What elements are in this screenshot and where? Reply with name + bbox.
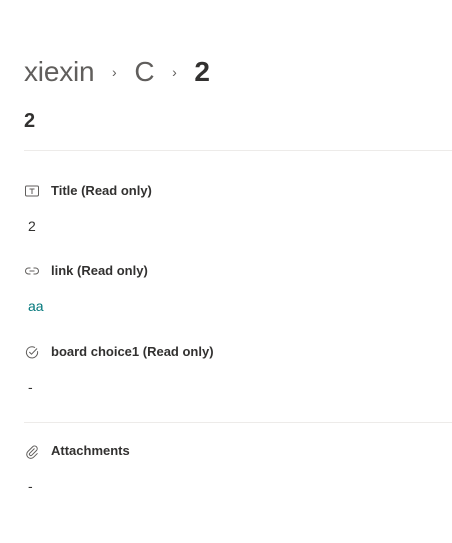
attachments-value: - (28, 478, 33, 494)
breadcrumb-item-folder[interactable]: C (134, 52, 154, 92)
attachments-section: Attachments - (24, 442, 444, 496)
attachments-label-row: Attachments (24, 442, 444, 460)
field-link-label-row: link (Read only) (24, 262, 444, 280)
breadcrumb-item-list[interactable]: xiexin (24, 52, 95, 92)
paperclip-icon (24, 443, 40, 459)
field-link-label: link (Read only) (51, 263, 148, 278)
choice-check-icon (24, 344, 40, 360)
breadcrumb-current-item: 2 (194, 56, 210, 87)
breadcrumb: xiexin › C › 2 (24, 52, 210, 92)
header-divider (24, 150, 452, 151)
field-title-label: Title (Read only) (51, 183, 152, 198)
field-link-value[interactable]: aa (28, 296, 444, 316)
field-link: link (Read only) aa (24, 262, 444, 316)
field-board-choice1-value: - (28, 379, 33, 395)
breadcrumb-separator: › (172, 64, 177, 80)
field-board-choice1-label-row: board choice1 (Read only) (24, 343, 444, 361)
text-field-icon (24, 183, 40, 199)
field-title-value: 2 (28, 218, 36, 234)
link-icon (24, 263, 40, 279)
breadcrumb-separator: › (112, 64, 117, 80)
field-title-label-row: Title (Read only) (24, 182, 444, 200)
attachments-label: Attachments (51, 443, 130, 458)
item-details-panel: xiexin › C › 2 2 Title (Read only) 2 lin… (0, 0, 452, 543)
field-board-choice1-label: board choice1 (Read only) (51, 344, 214, 359)
field-title: Title (Read only) 2 (24, 182, 444, 236)
item-title: 2 (24, 110, 36, 132)
field-board-choice1: board choice1 (Read only) - (24, 343, 444, 397)
attachments-divider (24, 422, 452, 423)
